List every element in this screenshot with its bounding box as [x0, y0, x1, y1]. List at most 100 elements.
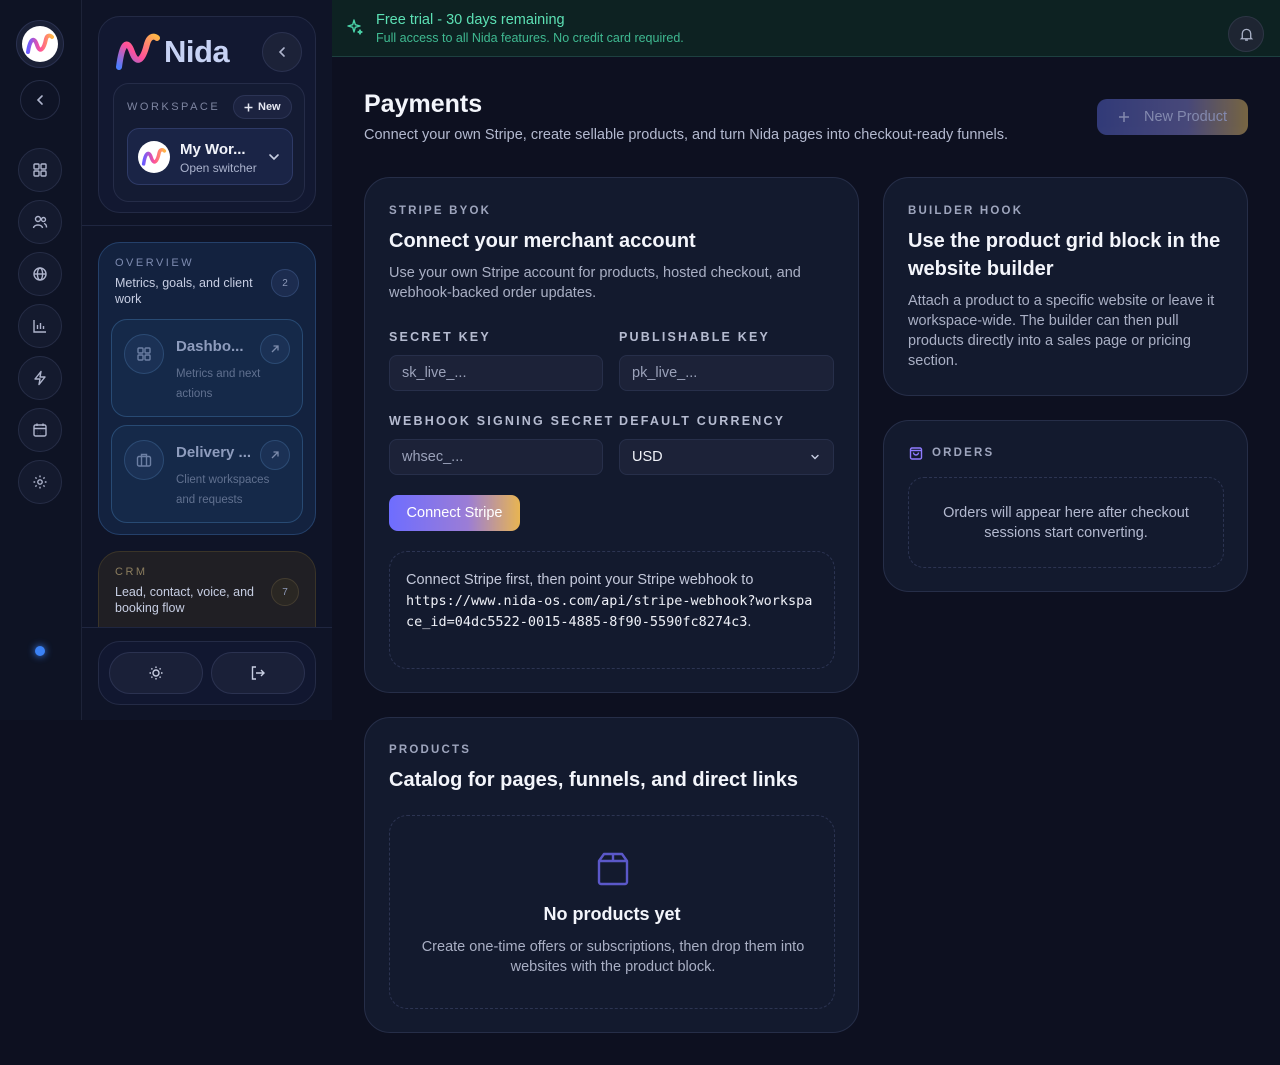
builder-eyebrow: BUILDER HOOK	[908, 205, 1024, 217]
bell-icon	[1239, 28, 1253, 41]
nav-group-description: Lead, contact, voice, and booking flow	[115, 585, 254, 615]
rail-settings-button[interactable]	[18, 460, 62, 504]
chevron-left-icon	[278, 47, 285, 57]
panel-divider	[82, 225, 332, 226]
sidebar-collapse-button[interactable]	[262, 32, 302, 72]
grid-icon	[33, 163, 47, 177]
brand-logo[interactable]: Nida	[114, 32, 230, 72]
chevron-down-icon	[811, 454, 819, 460]
calendar-icon	[33, 423, 47, 437]
workspace-switcher[interactable]: My Wor... Open switcher	[127, 128, 293, 185]
nav-group-label: OVERVIEW	[115, 257, 195, 269]
orders-empty-text: Orders will appear here after checkout s…	[943, 504, 1189, 541]
currency-value: USD	[632, 449, 663, 465]
sun-icon	[149, 666, 163, 680]
globe-icon	[33, 267, 47, 281]
webhook-secret-input[interactable]: whsec_...	[389, 439, 603, 475]
logout-icon	[251, 666, 265, 680]
connection-status-dot	[35, 646, 45, 656]
new-workspace-button[interactable]: New	[233, 95, 292, 119]
open-arrow-button[interactable]	[260, 440, 290, 470]
workspace-section: WORKSPACE New My Wor... Open switcher	[113, 83, 305, 202]
orders-empty-state: Orders will appear here after checkout s…	[908, 477, 1224, 568]
secret-key-label: SECRET KEY	[389, 330, 491, 344]
nav-group-label: CRM	[115, 566, 148, 578]
rail-users-button[interactable]	[18, 200, 62, 244]
products-empty-title: No products yet	[543, 904, 681, 924]
notifications-button[interactable]	[1228, 16, 1264, 52]
trial-title: Free trial - 30 days remaining	[376, 12, 565, 28]
nav-group-count: 7	[271, 578, 299, 606]
chevron-left-icon	[36, 95, 43, 105]
stripe-title: Connect your merchant account	[389, 230, 696, 252]
nida-logo-icon	[141, 148, 167, 166]
box-icon	[597, 852, 629, 886]
rail-automation-button[interactable]	[18, 356, 62, 400]
rail-analytics-button[interactable]	[18, 304, 62, 348]
logout-button[interactable]	[211, 652, 305, 694]
publishable-key-input[interactable]: pk_live_...	[619, 355, 834, 391]
arrow-up-right-icon	[271, 451, 279, 459]
nav-item-dashboard[interactable]: Dashbo... Metrics and next actions	[111, 319, 303, 417]
arrow-up-right-icon	[271, 345, 279, 353]
webhook-secret-label: WEBHOOK SIGNING SECRET	[389, 414, 615, 428]
footer-actions	[98, 641, 316, 705]
currency-select[interactable]: USD	[619, 439, 834, 475]
trial-subtitle: Full access to all Nida features. No cre…	[376, 31, 684, 45]
nav-group-count: 2	[271, 269, 299, 297]
icon-rail	[0, 0, 82, 720]
briefcase-icon	[124, 440, 164, 480]
workspace-switcher-hint: Open switcher	[180, 161, 257, 175]
builder-description: Attach a product to a specific website o…	[908, 293, 1215, 369]
sidebar-panel: Nida WORKSPACE New My Wor... Open switch…	[82, 0, 332, 720]
workspace-label: WORKSPACE	[127, 101, 221, 113]
webhook-url[interactable]: https://www.nida-os.com/api/stripe-webho…	[406, 593, 812, 630]
new-product-button[interactable]: New Product	[1097, 99, 1248, 135]
nav-item-title: Dashbo...	[176, 338, 244, 355]
nav-item-description: Metrics and next actions	[176, 368, 261, 400]
shopping-bag-icon	[909, 447, 923, 460]
nida-mark-icon	[116, 33, 160, 70]
connect-stripe-button[interactable]: Connect Stripe	[389, 495, 520, 531]
gear-icon	[33, 475, 47, 489]
theme-toggle-button[interactable]	[109, 652, 203, 694]
rail-websites-button[interactable]	[18, 252, 62, 296]
grid-icon	[124, 334, 164, 374]
rail-collapse-button[interactable]	[20, 80, 60, 120]
products-empty-description: Create one-time offers or subscriptions,…	[421, 939, 805, 975]
nav-group-overview: OVERVIEW Metrics, goals, and client work…	[98, 242, 316, 535]
nav-item-title: Delivery ...	[176, 444, 252, 461]
lightning-icon	[34, 370, 46, 386]
workspace-name: My Wor...	[180, 141, 246, 158]
rail-dashboard-button[interactable]	[18, 148, 62, 192]
secret-key-input[interactable]: sk_live_...	[389, 355, 603, 391]
new-product-label: New Product	[1143, 109, 1227, 125]
trial-banner: Free trial - 30 days remaining Full acce…	[332, 0, 1280, 57]
nav-item-delivery[interactable]: Delivery ... Client workspaces and reque…	[111, 425, 303, 523]
plus-icon	[244, 103, 253, 111]
plus-icon	[1118, 112, 1129, 122]
products-title: Catalog for pages, funnels, and direct l…	[389, 769, 798, 791]
nav-group-description: Metrics, goals, and client work	[115, 276, 253, 306]
bar-chart-icon	[33, 320, 46, 333]
brand-card: Nida WORKSPACE New My Wor... Open switch…	[98, 16, 316, 213]
webhook-hint: Connect Stripe first, then point your St…	[406, 572, 754, 588]
publishable-key-label: PUBLISHABLE KEY	[619, 330, 771, 344]
page-title: Payments	[364, 90, 483, 118]
stripe-description: Use your own Stripe account for products…	[389, 265, 801, 301]
stripe-card: STRIPE BYOK Connect your merchant accoun…	[364, 177, 859, 693]
products-card: PRODUCTS Catalog for pages, funnels, and…	[364, 717, 859, 1033]
new-workspace-label: New	[258, 101, 281, 113]
page-subtitle: Connect your own Stripe, create sellable…	[364, 127, 1009, 143]
webhook-instructions: Connect Stripe first, then point your St…	[389, 551, 835, 669]
builder-title: Use the product grid block in the websit…	[908, 230, 1221, 280]
nav-item-description: Client workspaces and requests	[176, 474, 270, 506]
builder-hook-card: BUILDER HOOK Use the product grid block …	[883, 177, 1248, 396]
open-arrow-button[interactable]	[260, 334, 290, 364]
nida-logo-button[interactable]	[16, 20, 64, 68]
app-root: Nida WORKSPACE New My Wor... Open switch…	[0, 0, 1280, 1065]
currency-label: DEFAULT CURRENCY	[619, 414, 786, 428]
orders-eyebrow: ORDERS	[932, 447, 995, 459]
rail-calendar-button[interactable]	[18, 408, 62, 452]
products-eyebrow: PRODUCTS	[389, 744, 472, 756]
